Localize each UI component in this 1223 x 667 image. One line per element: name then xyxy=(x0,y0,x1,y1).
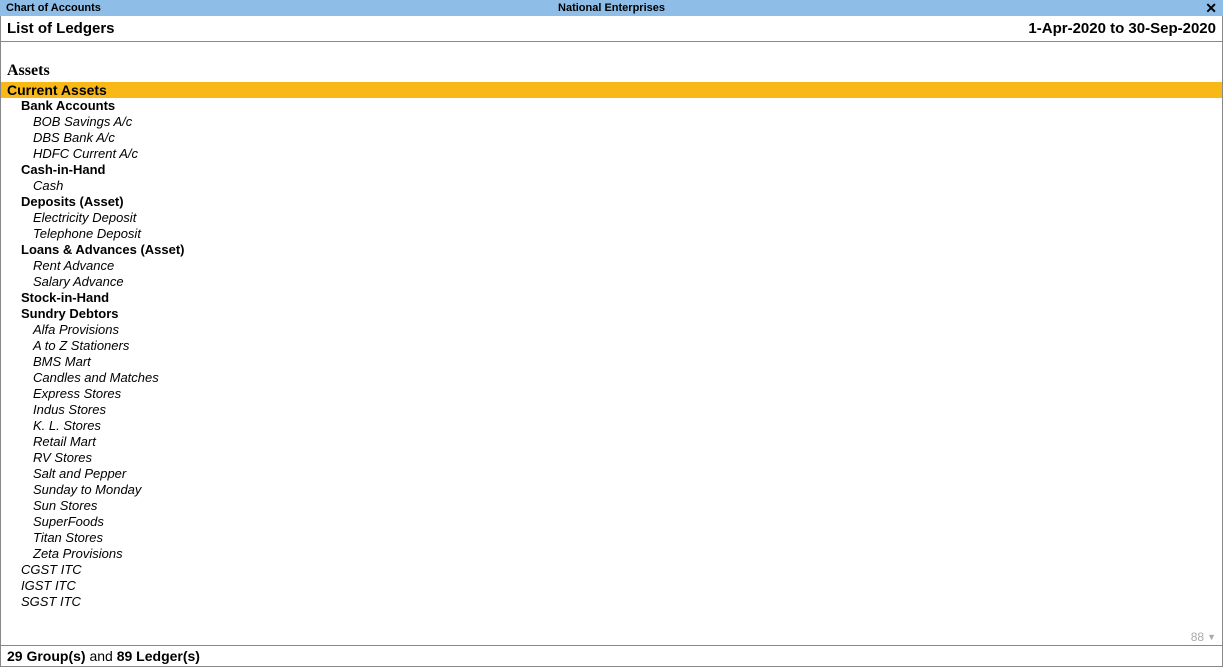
titlebar: Chart of Accounts National Enterprises ✕ xyxy=(0,0,1223,16)
footer-ledgers-label: Ledger(s) xyxy=(132,648,200,664)
ledger-row[interactable]: RV Stores xyxy=(1,450,1222,466)
ledger-row[interactable]: Telephone Deposit xyxy=(1,226,1222,242)
close-icon[interactable]: ✕ xyxy=(1205,1,1217,15)
row-current-assets[interactable]: Current Assets xyxy=(1,82,1222,98)
ledger-row[interactable]: Cash xyxy=(1,178,1222,194)
footer-groups-count: 29 xyxy=(7,648,23,664)
report-header: List of Ledgers 1-Apr-2020 to 30-Sep-202… xyxy=(1,16,1222,42)
ledger-row[interactable]: Salt and Pepper xyxy=(1,466,1222,482)
ledger-row[interactable]: SGST ITC xyxy=(1,594,1222,610)
ledger-row[interactable]: SuperFoods xyxy=(1,514,1222,530)
group-stock-in-hand[interactable]: Stock-in-Hand xyxy=(1,290,1222,306)
report-period: 1-Apr-2020 to 30-Sep-2020 xyxy=(1028,20,1216,37)
section-assets: Assets xyxy=(1,62,1222,82)
ledger-row[interactable]: K. L. Stores xyxy=(1,418,1222,434)
ledger-row[interactable]: Rent Advance xyxy=(1,258,1222,274)
group-loans-advances[interactable]: Loans & Advances (Asset) xyxy=(1,242,1222,258)
ledger-row[interactable]: BOB Savings A/c xyxy=(1,114,1222,130)
ledger-row[interactable]: DBS Bank A/c xyxy=(1,130,1222,146)
group-sundry-debtors[interactable]: Sundry Debtors xyxy=(1,306,1222,322)
ledger-row[interactable]: Electricity Deposit xyxy=(1,210,1222,226)
group-cash-in-hand[interactable]: Cash-in-Hand xyxy=(1,162,1222,178)
footer-ledgers-count: 89 xyxy=(117,648,133,664)
ledger-row[interactable]: Indus Stores xyxy=(1,402,1222,418)
ledger-row[interactable]: Titan Stores xyxy=(1,530,1222,546)
group-deposits-asset[interactable]: Deposits (Asset) xyxy=(1,194,1222,210)
footer-and: and xyxy=(89,648,116,664)
ledger-row[interactable]: IGST ITC xyxy=(1,578,1222,594)
main-panel: List of Ledgers 1-Apr-2020 to 30-Sep-202… xyxy=(0,16,1223,667)
ledger-row[interactable]: Sunday to Monday xyxy=(1,482,1222,498)
footer-groups-label: Group(s) xyxy=(23,648,90,664)
titlebar-center: National Enterprises xyxy=(558,2,665,14)
ledger-row[interactable]: Retail Mart xyxy=(1,434,1222,450)
group-bank-accounts[interactable]: Bank Accounts xyxy=(1,98,1222,114)
ledger-row[interactable]: Express Stores xyxy=(1,386,1222,402)
ledger-row[interactable]: Candles and Matches xyxy=(1,370,1222,386)
footer-summary: 29 Group(s) and 89 Ledger(s) xyxy=(1,645,1222,666)
pager-more[interactable]: 88 ▼ xyxy=(1191,630,1216,644)
ledger-row[interactable]: Zeta Provisions xyxy=(1,546,1222,562)
ledger-row[interactable]: A to Z Stationers xyxy=(1,338,1222,354)
titlebar-left: Chart of Accounts xyxy=(6,2,101,14)
ledger-row[interactable]: Alfa Provisions xyxy=(1,322,1222,338)
ledger-row[interactable]: Salary Advance xyxy=(1,274,1222,290)
ledger-row[interactable]: CGST ITC xyxy=(1,562,1222,578)
ledger-tree: Bank Accounts BOB Savings A/c DBS Bank A… xyxy=(1,98,1222,610)
report-title: List of Ledgers xyxy=(7,20,115,37)
pager-count: 88 xyxy=(1191,630,1204,644)
chevron-down-icon: ▼ xyxy=(1207,632,1216,642)
ledger-row[interactable]: Sun Stores xyxy=(1,498,1222,514)
ledger-row[interactable]: BMS Mart xyxy=(1,354,1222,370)
ledger-row[interactable]: HDFC Current A/c xyxy=(1,146,1222,162)
